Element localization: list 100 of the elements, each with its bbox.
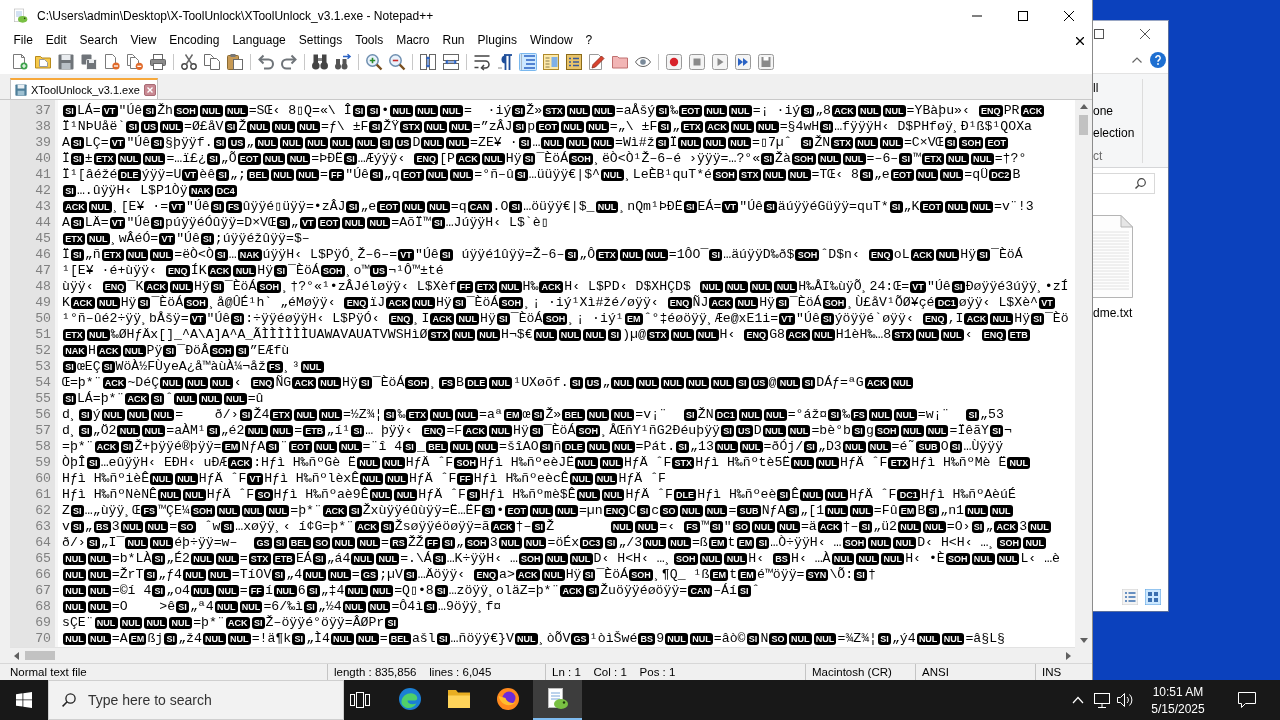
record-icon[interactable]	[664, 53, 683, 71]
close-icon[interactable]	[1064, 10, 1074, 21]
arrow-down-icon[interactable]	[1079, 638, 1088, 643]
code-text: "Úê	[118, 103, 143, 119]
menu-item[interactable]: ?	[579, 31, 599, 50]
ribbon-command[interactable]: election	[1093, 122, 1135, 145]
ribbon-command[interactable]: ll	[1093, 77, 1099, 100]
scrollbar-thumb[interactable]	[25, 651, 55, 660]
menu-item[interactable]: Window	[523, 31, 580, 50]
control-character: NUL	[544, 553, 568, 565]
code-text: „o4	[166, 583, 190, 599]
pages-arrow-icon[interactable]	[441, 53, 460, 71]
volume-icon[interactable]	[1117, 693, 1133, 707]
play-icon[interactable]	[710, 53, 729, 71]
control-character: SI	[385, 617, 399, 629]
menu-item[interactable]: View	[124, 31, 163, 50]
pilcrow-icon[interactable]	[495, 53, 514, 71]
notification-icon[interactable]	[1238, 692, 1256, 708]
pencil-icon[interactable]	[587, 53, 606, 71]
code-text: „	[246, 135, 255, 151]
windows-logo-icon[interactable]	[16, 692, 32, 708]
control-character: SOH	[190, 505, 215, 517]
floppy-icon[interactable]	[756, 53, 775, 71]
maximize-icon[interactable]	[1018, 10, 1028, 21]
list-icon[interactable]	[564, 53, 583, 71]
close-icon[interactable]	[1076, 36, 1084, 45]
code-text: A	[62, 215, 70, 231]
code-text: ¯ÈöÁ	[543, 423, 576, 439]
binoculars-icon[interactable]	[310, 53, 329, 71]
search-field[interactable]: Type here to search	[48, 680, 344, 720]
control-character: NUL	[329, 137, 353, 149]
control-character: ACK	[96, 345, 121, 357]
code-text: v	[62, 519, 70, 535]
redo-icon[interactable]	[279, 53, 298, 71]
details-view-icon[interactable]	[1122, 589, 1138, 605]
zoom-out-icon[interactable]	[387, 53, 406, 71]
clipboard-icon[interactable]	[225, 53, 244, 71]
control-character: EOT	[288, 441, 312, 453]
wrap-lines-icon[interactable]	[472, 53, 491, 71]
control-character: NUL	[661, 377, 684, 389]
control-character: SI	[746, 633, 760, 645]
network-icon[interactable]	[1094, 692, 1110, 708]
undo-icon[interactable]	[256, 53, 275, 71]
new-file-icon[interactable]	[10, 53, 29, 71]
folder-icon[interactable]	[610, 53, 629, 71]
floppies-icon[interactable]	[79, 53, 98, 71]
task-view-icon[interactable]	[350, 692, 370, 708]
menu-item[interactable]: Search	[73, 31, 125, 50]
close-files-icon[interactable]	[125, 53, 144, 71]
code-text: ùÿÿ‹	[62, 279, 95, 295]
menu-item[interactable]: Edit	[39, 31, 74, 50]
menu-item[interactable]: Plugins	[471, 31, 524, 50]
indent-lines-icon[interactable]	[518, 53, 537, 71]
code-text: „53	[980, 407, 1004, 423]
panel-icon[interactable]	[541, 53, 560, 71]
scissors-icon[interactable]	[179, 53, 198, 71]
arrow-left-icon[interactable]	[14, 651, 19, 660]
ribbon-command[interactable]: one	[1093, 99, 1114, 122]
control-character: NUL	[338, 441, 362, 453]
arrow-right-icon[interactable]	[1066, 651, 1071, 660]
floppy-icon[interactable]	[56, 53, 75, 71]
minimize-icon[interactable]	[972, 14, 982, 17]
pages-arrow-icon[interactable]	[418, 53, 437, 71]
search-field[interactable]	[1093, 173, 1155, 194]
line-number: 55	[34, 391, 52, 407]
code-text: DÁƒ=ªG	[816, 375, 864, 391]
control-character: NUL	[450, 441, 474, 453]
maximize-icon[interactable]	[1094, 29, 1104, 39]
zoom-in-icon[interactable]	[364, 53, 383, 71]
help-icon[interactable]	[1150, 52, 1166, 68]
close-icon[interactable]	[1140, 29, 1150, 39]
menu-item[interactable]: Language	[225, 31, 293, 50]
close-file-icon[interactable]	[102, 53, 121, 71]
copy-icon[interactable]	[202, 53, 221, 71]
control-character: NUL	[541, 137, 565, 149]
file-tab[interactable]: XToolUnlock_v3.1.exe	[10, 78, 158, 99]
menu-item[interactable]: Tools	[348, 31, 390, 50]
menu-item[interactable]: Settings	[292, 31, 349, 50]
binoculars-arrow-icon[interactable]	[333, 53, 352, 71]
code-text: …öüÿÿ€|$_	[523, 199, 595, 215]
control-character: FS	[684, 521, 700, 533]
code-text: ˆD$n‹	[820, 247, 861, 263]
control-character: EOT	[536, 121, 560, 133]
open-folder-icon[interactable]	[33, 53, 52, 71]
menu-item[interactable]: Encoding	[162, 31, 226, 50]
large-icons-view-icon[interactable]	[1145, 589, 1161, 605]
code-text: …	[228, 247, 237, 263]
arrow-up-icon[interactable]	[1079, 104, 1088, 109]
menu-item[interactable]: Macro	[389, 31, 436, 50]
printer-icon[interactable]	[148, 53, 167, 71]
control-character: SI	[496, 313, 510, 325]
control-character: EM	[222, 441, 241, 453]
taskbar-button[interactable]	[532, 680, 582, 720]
control-character: NUL	[498, 281, 522, 293]
menu-item[interactable]: Run	[436, 31, 472, 50]
menu-item[interactable]: File	[7, 31, 40, 50]
file-name[interactable]: dme.txt	[1093, 306, 1133, 320]
scrollbar-thumb[interactable]	[1079, 115, 1088, 135]
fast-forward-icon[interactable]	[733, 53, 752, 71]
stop-icon[interactable]	[687, 53, 706, 71]
